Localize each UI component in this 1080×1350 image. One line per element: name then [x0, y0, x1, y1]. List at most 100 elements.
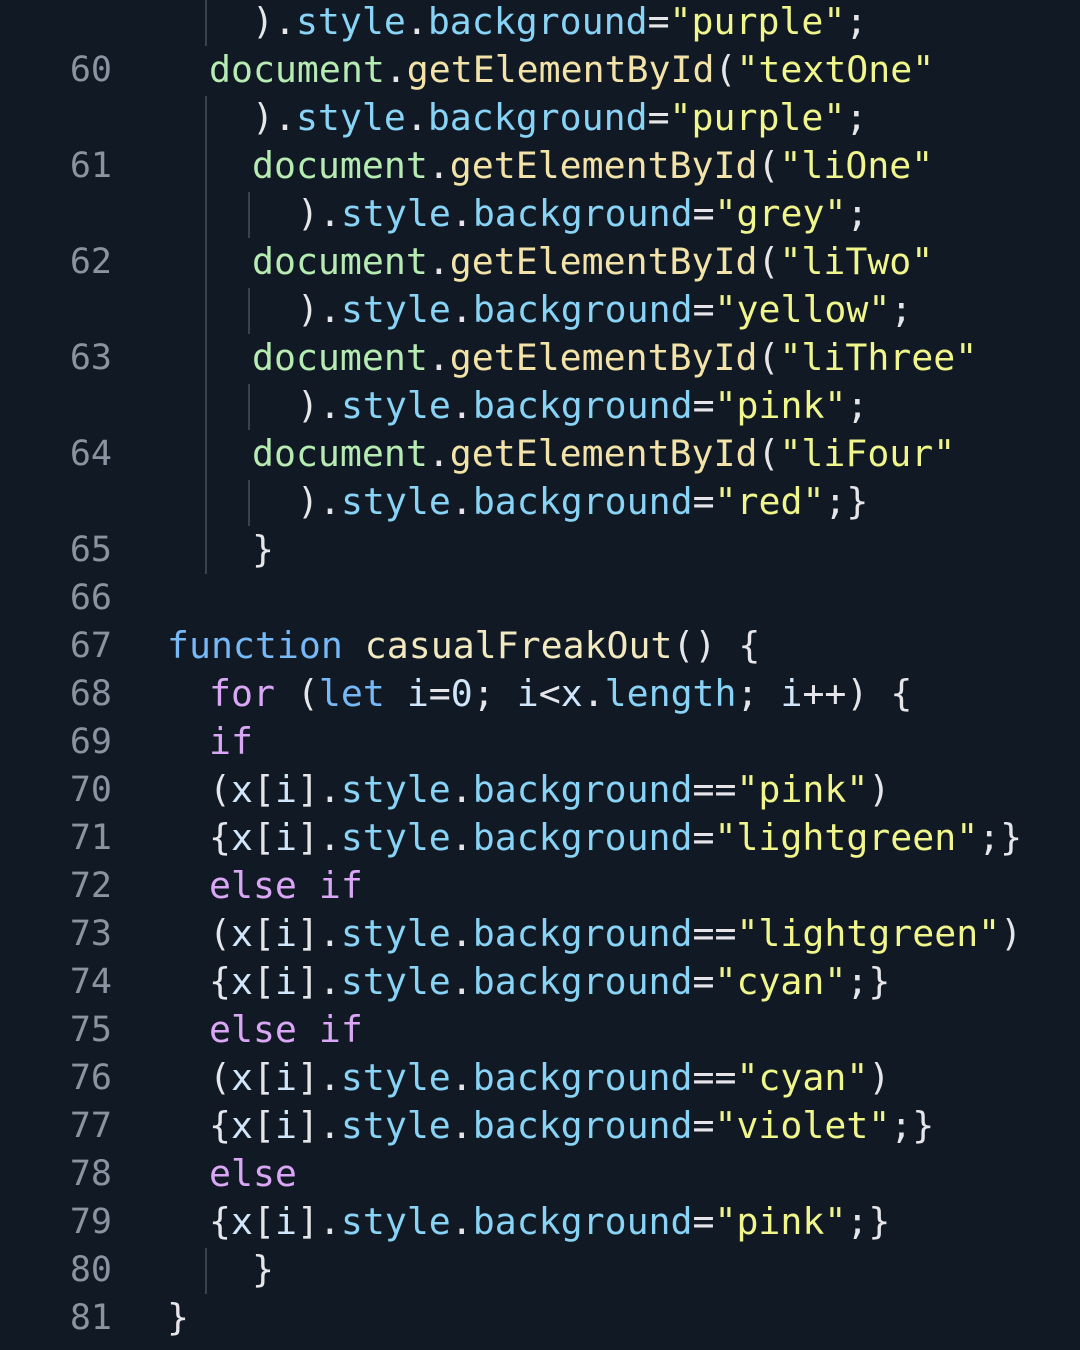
- code-line[interactable]: 77 {x[i].style.background="violet";}: [0, 1102, 1080, 1150]
- code-token: .: [427, 432, 450, 475]
- code-token: .: [450, 768, 473, 811]
- code-text: else if: [209, 1006, 363, 1054]
- code-token: if: [209, 720, 253, 763]
- code-token: document: [252, 144, 428, 187]
- code-token: "purple": [669, 96, 846, 139]
- code-token: x: [230, 816, 253, 859]
- code-token: else: [209, 864, 297, 907]
- code-token: "liTwo": [779, 240, 934, 283]
- line-number: 79: [69, 1202, 112, 1242]
- code-line[interactable]: 73 (x[i].style.background=="lightgreen"): [0, 910, 1080, 958]
- code-line[interactable]: ).style.background="grey";: [0, 190, 1080, 238]
- code-line[interactable]: 71 {x[i].style.background="lightgreen";}: [0, 814, 1080, 862]
- line-number: 70: [69, 770, 112, 810]
- code-token: =: [692, 816, 715, 859]
- code-token: "textOne": [736, 48, 935, 91]
- code-token: length: [604, 672, 737, 715]
- code-line[interactable]: ).style.background="purple";: [0, 0, 1080, 46]
- code-token: }: [252, 528, 274, 571]
- code-line[interactable]: 80}: [0, 1246, 1080, 1294]
- code-line[interactable]: 66: [0, 574, 1080, 622]
- code-token: "red": [714, 480, 825, 523]
- code-line[interactable]: 67 function casualFreakOut() {: [0, 622, 1080, 670]
- code-token: ;: [845, 96, 868, 139]
- code-token: .: [450, 960, 473, 1003]
- code-token: getElementById: [449, 336, 758, 379]
- code-token: (: [757, 144, 780, 187]
- code-token: casualFreakOut: [364, 624, 673, 667]
- code-line[interactable]: 75 else if: [0, 1006, 1080, 1054]
- code-token: (: [757, 240, 780, 283]
- code-token: ].: [296, 1200, 341, 1243]
- code-line[interactable]: 74 {x[i].style.background="cyan";}: [0, 958, 1080, 1006]
- code-line[interactable]: ).style.background="pink";: [0, 382, 1080, 430]
- code-token: .: [384, 48, 407, 91]
- code-token: let: [318, 672, 385, 715]
- code-token: getElementById: [449, 240, 758, 283]
- code-token: [: [252, 816, 275, 859]
- code-text: ).style.background="yellow";: [297, 286, 912, 334]
- code-token: =: [692, 384, 715, 427]
- code-line[interactable]: 63 document.getElementById("liThree": [0, 334, 1080, 382]
- code-text: else if: [209, 862, 363, 910]
- code-token: background: [472, 1200, 693, 1243]
- code-token: (: [209, 912, 231, 955]
- code-line[interactable]: 79 {x[i].style.background="pink";}: [0, 1198, 1080, 1246]
- code-line[interactable]: 76 (x[i].style.background=="cyan"): [0, 1054, 1080, 1102]
- code-token: "liOne": [779, 144, 934, 187]
- code-token: {: [209, 1104, 231, 1147]
- code-token: .: [405, 96, 428, 139]
- code-line[interactable]: 65}: [0, 526, 1080, 574]
- line-number: 67: [69, 626, 112, 666]
- code-token: function: [167, 624, 343, 667]
- code-token: style: [340, 1200, 451, 1243]
- code-text: document.getElementById("liTwo": [252, 238, 933, 286]
- code-token: getElementById: [449, 144, 758, 187]
- line-number: 71: [69, 818, 112, 858]
- code-token: style: [295, 96, 406, 139]
- code-line[interactable]: 81}: [0, 1294, 1080, 1342]
- code-text: }: [252, 526, 274, 574]
- code-token: (: [274, 672, 319, 715]
- code-line[interactable]: 72 else if: [0, 862, 1080, 910]
- code-token: .: [427, 144, 450, 187]
- code-editor[interactable]: ).style.background="purple"; 60 document.g…: [0, 0, 1080, 1350]
- code-token: background: [472, 1056, 693, 1099]
- line-number: 80: [69, 1250, 112, 1290]
- code-line[interactable]: 68 for (let i=0; i<x.length; i++) {: [0, 670, 1080, 718]
- code-token: ==: [692, 768, 737, 811]
- code-line[interactable]: 61 document.getElementById("liOne": [0, 142, 1080, 190]
- code-token: =: [692, 960, 715, 1003]
- code-text: if: [209, 718, 253, 766]
- code-token: style: [340, 816, 451, 859]
- code-token: ;}: [978, 816, 1023, 859]
- code-line[interactable]: 78 else: [0, 1150, 1080, 1198]
- code-token: "cyan": [736, 1056, 869, 1099]
- code-token: ).: [252, 96, 296, 139]
- code-line[interactable]: ).style.background="red";}: [0, 478, 1080, 526]
- code-token: "purple": [669, 0, 846, 43]
- code-token: ].: [296, 816, 341, 859]
- code-line[interactable]: 62 document.getElementById("liTwo": [0, 238, 1080, 286]
- code-token: else: [209, 1152, 297, 1195]
- code-token: x: [230, 1104, 253, 1147]
- code-token: style: [340, 288, 451, 331]
- code-token: [: [252, 1104, 275, 1147]
- line-number: 65: [69, 530, 112, 570]
- code-token: ;: [472, 672, 517, 715]
- code-line[interactable]: 70 (x[i].style.background=="pink"): [0, 766, 1080, 814]
- code-line[interactable]: 60 document.getElementById("textOne": [0, 46, 1080, 94]
- code-token: =: [692, 288, 715, 331]
- code-token: .: [450, 288, 473, 331]
- code-line[interactable]: ).style.background="yellow";: [0, 286, 1080, 334]
- code-line[interactable]: 64 document.getElementById("liFour": [0, 430, 1080, 478]
- code-token: ].: [296, 1104, 341, 1147]
- code-token: background: [472, 768, 693, 811]
- code-token: i: [274, 768, 297, 811]
- code-token: background: [472, 960, 693, 1003]
- code-token: }: [167, 1296, 189, 1339]
- code-token: {: [209, 1200, 231, 1243]
- code-line[interactable]: ).style.background="purple";: [0, 94, 1080, 142]
- code-line[interactable]: 69 if: [0, 718, 1080, 766]
- code-token: document: [209, 48, 385, 91]
